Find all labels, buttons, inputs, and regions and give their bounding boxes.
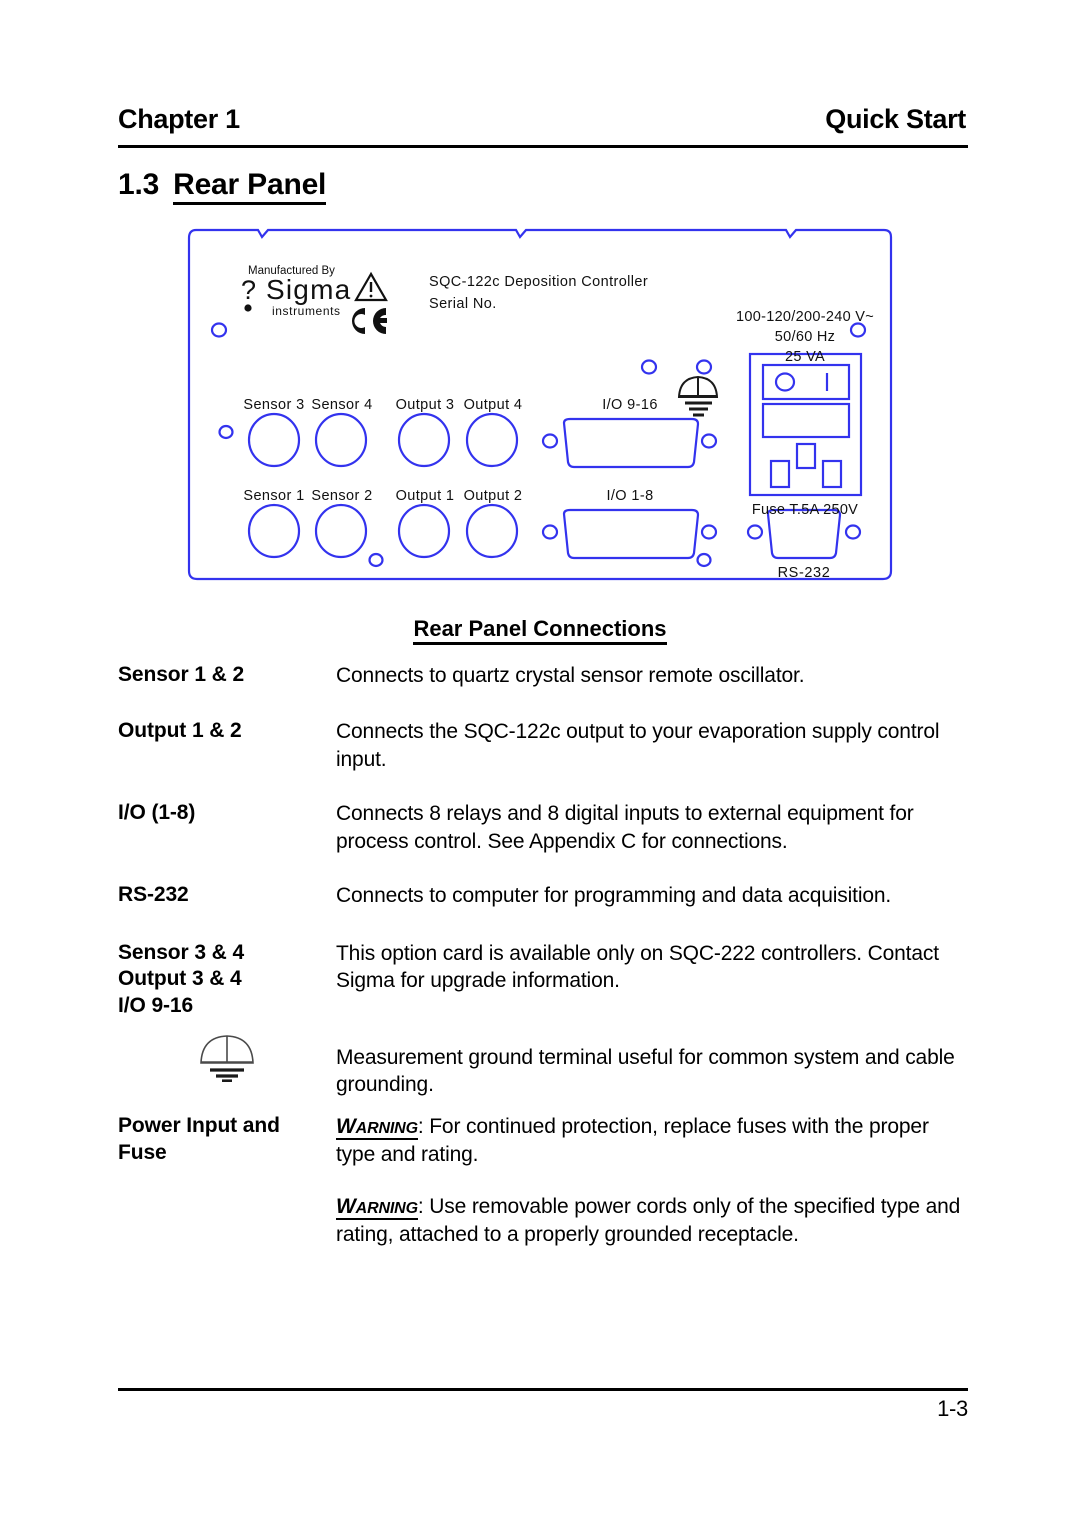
- list-item: Sensor 1 & 2 Connects to quartz crystal …: [118, 662, 968, 690]
- connector-sensor-1: [247, 503, 301, 559]
- list-item: Power Input and Fuse WARNING: For contin…: [118, 1113, 968, 1249]
- power-rating-line-1: 100-120/200-240 V~: [736, 309, 874, 325]
- connector-sensor-2: [314, 503, 368, 559]
- mounting-hole-top-right: [849, 322, 867, 338]
- warning-paragraph-1: WARNING: For continued protection, repla…: [336, 1113, 968, 1169]
- label-sensor-2: Sensor 2: [311, 488, 372, 504]
- ground-symbol-icon: [677, 375, 719, 417]
- mounting-hole-mid-a: [640, 359, 658, 375]
- desc-rs-232: Connects to computer for programming and…: [336, 883, 892, 907]
- brand-name: Sigma: [266, 274, 351, 305]
- list-item: Sensor 3 & 4 Output 3 & 4 I/O 9-16 This …: [118, 940, 968, 1020]
- power-entry-module: [748, 352, 863, 497]
- connector-output-2: [465, 503, 519, 559]
- term-sensor-3-4: Sensor 3 & 4: [118, 940, 245, 964]
- desc-output-1-2: Connects the SQC-122c output to your eva…: [336, 719, 940, 771]
- ground-symbol-icon: [200, 1034, 254, 1082]
- label-output-1: Output 1: [396, 488, 455, 504]
- iec-pin-earth: [795, 442, 817, 470]
- mounting-hole-bottom-left: [368, 552, 384, 568]
- term-power-input: Power Input and Fuse: [118, 1113, 336, 1166]
- list-item: RS-232 Connects to computer for programm…: [118, 882, 968, 910]
- running-title: Quick Start: [825, 104, 966, 134]
- term-power-line-1: Power Input and: [118, 1114, 280, 1138]
- header-rule: [118, 145, 968, 148]
- warning-text-1: : For continued protection, replace fuse…: [336, 1115, 929, 1167]
- brand-subtitle: instruments: [272, 304, 341, 318]
- mounting-hole-mid-left: [218, 424, 234, 440]
- connector-io-1-8: [541, 508, 718, 560]
- page-number: 1-3: [937, 1396, 968, 1421]
- warning-label-2: WARNING: [336, 1195, 418, 1221]
- connections-list: Sensor 1 & 2 Connects to quartz crystal …: [118, 662, 968, 1249]
- document-page: Chapter 1 Quick Start 1.3 Rear Panel Man…: [0, 0, 1080, 1528]
- connections-heading-text: Rear Panel Connections: [413, 616, 667, 645]
- connector-output-4: [465, 412, 519, 468]
- label-sensor-4: Sensor 4: [311, 397, 372, 413]
- chapter-label: Chapter 1: [118, 104, 240, 134]
- warning-paragraph-2: WARNING: Use removable power cords only …: [336, 1193, 968, 1249]
- term-power-line-2: Fuse: [118, 1141, 167, 1164]
- desc-ground: Measurement ground terminal useful for c…: [336, 1045, 955, 1097]
- sigma-mark-icon: ?: [241, 275, 256, 305]
- label-sensor-3: Sensor 3: [243, 397, 304, 413]
- connector-sensor-3: [247, 412, 301, 468]
- connector-sensor-4: [314, 412, 368, 468]
- running-head: Chapter 1 Quick Start: [118, 104, 966, 135]
- ce-mark-icon: [352, 308, 387, 334]
- switch-off-symbol: [774, 372, 796, 392]
- label-output-2: Output 2: [464, 488, 523, 504]
- footer-rule: [118, 1388, 968, 1391]
- desc-io-1-8: Connects 8 relays and 8 digital inputs t…: [336, 801, 914, 853]
- iec-pin-neutral: [821, 459, 843, 489]
- page-title: 1.3 Rear Panel: [118, 168, 326, 205]
- connections-heading: Rear Panel Connections: [0, 616, 1080, 645]
- term-io-1-8: I/O (1-8): [118, 800, 196, 824]
- label-io-9-16: I/O 9-16: [602, 397, 658, 413]
- desc-sensor-1-2: Connects to quartz crystal sensor remote…: [336, 664, 805, 687]
- desc-power-input: WARNING: For continued protection, repla…: [336, 1113, 968, 1249]
- fuse-drawer: [761, 402, 851, 439]
- warning-label-1: WARNING: [336, 1115, 418, 1141]
- power-rating-line-2: 50/60 Hz: [775, 329, 835, 345]
- mounting-hole-top-left: [210, 322, 228, 338]
- term-rs-232: RS-232: [118, 882, 189, 906]
- list-item: Output 1 & 2 Connects the SQC-122c outpu…: [118, 718, 968, 774]
- section-title: Rear Panel: [173, 168, 326, 205]
- power-rating-line-3: 25 VA: [785, 349, 825, 365]
- label-sensor-1: Sensor 1: [243, 488, 304, 504]
- desc-option-card: This option card is available only on SQ…: [336, 941, 939, 993]
- connector-output-3: [397, 412, 451, 468]
- warning-text-2: : Use removable power cords only of the …: [336, 1195, 961, 1247]
- term-option-card: Sensor 3 & 4 Output 3 & 4 I/O 9-16: [118, 940, 336, 1020]
- mounting-hole-mid-b: [695, 359, 713, 375]
- connector-output-1: [397, 503, 451, 559]
- term-output-1-2: Output 1 & 2: [118, 718, 242, 742]
- label-io-1-8: I/O 1-8: [606, 488, 653, 504]
- serial-line: Serial No.: [429, 296, 497, 312]
- term-ground: [118, 1028, 336, 1082]
- model-line: SQC-122c Deposition Controller: [429, 274, 648, 290]
- term-io-9-16: I/O 9-16: [118, 993, 194, 1017]
- list-item: I/O (1-8) Connects 8 relays and 8 digita…: [118, 800, 968, 856]
- term-output-3-4: Output 3 & 4: [118, 967, 242, 991]
- label-output-4: Output 4: [464, 397, 523, 413]
- connector-io-9-16: [541, 417, 718, 469]
- term-sensor-1-2: Sensor 1 & 2: [118, 663, 245, 686]
- section-number: 1.3: [118, 168, 160, 201]
- warning-triangle-icon: [354, 271, 388, 302]
- fuse-rating-label: Fuse T.5A 250V: [752, 502, 858, 518]
- label-output-3: Output 3: [396, 397, 455, 413]
- rear-panel-diagram: Manufactured By ? Sigma instruments SQC-…: [186, 226, 894, 590]
- iec-pin-line: [769, 459, 791, 489]
- sigma-mark-dot: [244, 304, 252, 312]
- list-item: Measurement ground terminal useful for c…: [118, 1028, 968, 1100]
- label-rs-232: RS-232: [778, 565, 831, 581]
- mounting-hole-bottom-right: [696, 552, 712, 568]
